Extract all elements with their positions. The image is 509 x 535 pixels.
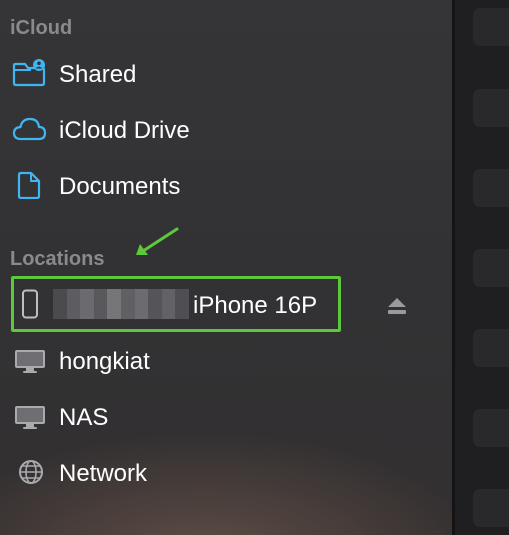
document-icon [12, 171, 48, 199]
iphone-icon [18, 289, 42, 321]
sidebar-item-icloud-drive[interactable]: iCloud Drive [0, 106, 440, 152]
content-area [455, 0, 509, 535]
content-placeholder [473, 329, 509, 367]
sidebar-item-label: NAS [59, 404, 109, 431]
redacted-device-name [53, 289, 189, 319]
section-header-icloud: iCloud [10, 17, 73, 39]
sidebar-item-label: hongkiat [59, 348, 150, 375]
content-placeholder [473, 489, 509, 527]
sidebar-item-shared[interactable]: Shared [0, 50, 440, 96]
device-label: iPhone 16P [193, 292, 318, 319]
network-globe-icon [12, 458, 48, 486]
content-placeholder [473, 169, 509, 207]
shared-folder-icon [12, 59, 48, 87]
sidebar-item-label: Shared [59, 61, 137, 88]
icloud-icon [12, 115, 48, 143]
sidebar-item-label: iCloud Drive [59, 117, 190, 144]
content-placeholder [473, 8, 509, 46]
computer-icon [12, 402, 48, 430]
sidebar-item-label: Documents [59, 173, 181, 200]
content-placeholder [473, 89, 509, 127]
computer-icon [12, 346, 48, 374]
sidebar-item-hongkiat[interactable]: hongkiat [0, 337, 440, 383]
eject-icon[interactable] [386, 296, 408, 316]
content-placeholder [473, 409, 509, 447]
sidebar-item-documents[interactable]: Documents [0, 162, 440, 208]
sidebar-item-network[interactable]: Network [0, 449, 440, 495]
annotation-arrow-icon [136, 227, 179, 255]
sidebar-item-nas[interactable]: NAS [0, 393, 440, 439]
sidebar: iCloud Shared iCloud Drive Documents Loc… [0, 0, 452, 535]
finder-window: iCloud Shared iCloud Drive Documents Loc… [0, 0, 509, 535]
content-placeholder [473, 249, 509, 287]
section-header-locations: Locations [10, 248, 105, 270]
sidebar-item-label: Network [59, 460, 148, 487]
